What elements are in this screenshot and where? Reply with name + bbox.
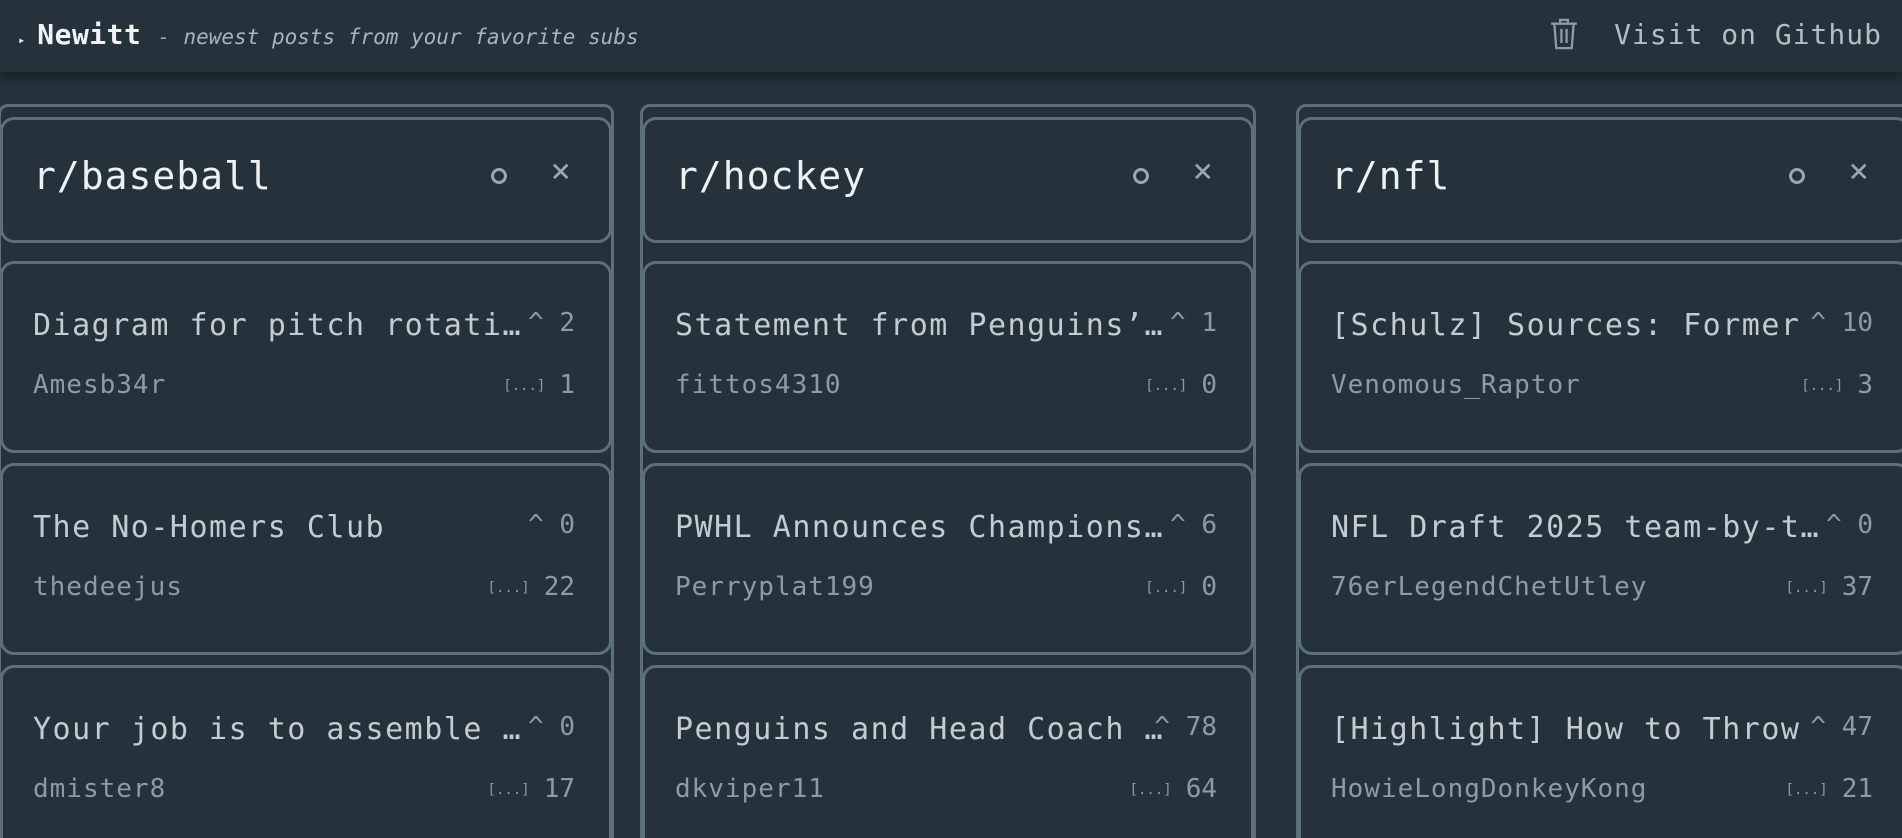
post-title[interactable]: [Schulz] Sources: Former <box>1331 308 1831 343</box>
comment-count: 22 <box>543 572 575 602</box>
subreddit-column: r/hockey×Statement from Penguins’ owner^… <box>640 104 1256 838</box>
app-name[interactable]: Newitt <box>37 18 141 51</box>
post-author[interactable]: fittos4310 <box>675 370 842 400</box>
comment-count: 17 <box>543 774 575 804</box>
post-card[interactable]: Your job is to assemble a team^ 0 dmister… <box>0 665 612 838</box>
comment-count: 1 <box>559 370 575 400</box>
post-comments: [...] 0 <box>1145 572 1217 602</box>
post-card[interactable]: PWHL Announces Championship ^ 6 Perryplat1… <box>642 463 1254 655</box>
post-card[interactable]: The No-Homers Club ^ 0 thedeejus [...] 22 <box>0 463 612 655</box>
column-header: r/nfl × <box>1298 117 1902 243</box>
post-title[interactable]: Your job is to assemble a team <box>33 712 533 747</box>
top-actions: Visit on Github <box>1548 16 1882 52</box>
post-comments: [...] 21 <box>1786 774 1873 804</box>
post-comments: [...] 17 <box>488 774 575 804</box>
refresh-icon[interactable] <box>491 168 507 184</box>
post-title[interactable]: Statement from Penguins’ owner <box>675 308 1175 343</box>
post-author[interactable]: HowieLongDonkeyKong <box>1331 774 1647 804</box>
comment-icon: [...] <box>1785 579 1828 596</box>
post-score: ^ 1 <box>1170 308 1217 338</box>
post-score: ^ 0 <box>1826 510 1873 540</box>
post-card[interactable]: NFL Draft 2025 team-by-team ^ 0 76erLegend… <box>1298 463 1902 655</box>
post-card[interactable]: Statement from Penguins’ owner^ 1 fittos4… <box>642 261 1254 453</box>
brand-logo-icon: ▸ <box>18 33 26 47</box>
refresh-icon[interactable] <box>1133 168 1149 184</box>
post-score: ^ 47 <box>1810 712 1873 742</box>
trash-icon[interactable] <box>1548 16 1580 52</box>
post-comments: [...] 1 <box>503 370 575 400</box>
columns-area: r/baseball × Diagram for pitch rotation ^ 2… <box>0 72 1902 838</box>
brand-separator: - <box>157 25 170 49</box>
post-comments: [...] 37 <box>1786 572 1873 602</box>
post-comments: [...] 22 <box>488 572 575 602</box>
comment-count: 3 <box>1857 370 1873 400</box>
comment-icon: [...] <box>1801 377 1844 394</box>
comment-icon: [...] <box>487 579 530 596</box>
comment-icon: [...] <box>1145 579 1188 596</box>
post-title[interactable]: [Highlight] How to Throw <box>1331 712 1831 747</box>
post-score: ^ 0 <box>528 510 575 540</box>
comment-count: 0 <box>1201 572 1217 602</box>
post-title[interactable]: Diagram for pitch rotation <box>33 308 533 343</box>
column-title[interactable]: r/nfl <box>1331 154 1450 198</box>
comment-icon: [...] <box>1785 781 1828 798</box>
github-link[interactable]: Visit on Github <box>1614 18 1882 51</box>
post-author[interactable]: 76erLegendChetUtley <box>1331 572 1647 602</box>
post-comments: [...] 64 <box>1130 774 1217 804</box>
post-author[interactable]: dkviper11 <box>675 774 825 804</box>
comment-icon: [...] <box>503 377 546 394</box>
comment-icon: [...] <box>1145 377 1188 394</box>
post-score: ^ 10 <box>1810 308 1873 338</box>
column-title[interactable]: r/baseball <box>33 154 272 198</box>
comment-count: 64 <box>1185 774 1217 804</box>
post-card[interactable]: Diagram for pitch rotation ^ 2 Amesb34r [..… <box>0 261 612 453</box>
post-score: ^ 2 <box>528 308 575 338</box>
column-header: r/hockey × <box>642 117 1254 243</box>
top-bar: ▸ Newitt - newest posts from your favori… <box>0 0 1902 72</box>
subreddit-column: r/baseball × Diagram for pitch rotation ^ 2… <box>0 104 614 838</box>
column-header: r/baseball × <box>0 117 612 243</box>
post-score: ^ 0 <box>528 712 575 742</box>
post-title[interactable]: Penguins and Head Coach Mike <box>675 712 1175 747</box>
comment-icon: [...] <box>1129 781 1172 798</box>
post-comments: [...] 0 <box>1145 370 1217 400</box>
post-title[interactable]: PWHL Announces Championship <box>675 510 1175 545</box>
post-comments: [...] 3 <box>1801 370 1873 400</box>
post-card[interactable]: Penguins and Head Coach Mike ^ 78 dkviper1… <box>642 665 1254 838</box>
post-card[interactable]: [Highlight] How to Throw ^ 47 HowieLongDon… <box>1298 665 1902 838</box>
post-author[interactable]: Perryplat199 <box>675 572 875 602</box>
close-icon[interactable]: × <box>551 154 571 188</box>
close-icon[interactable]: × <box>1193 154 1213 188</box>
post-score: ^ 6 <box>1170 510 1217 540</box>
app-tagline: newest posts from your favorite subs <box>183 25 639 49</box>
post-author[interactable]: dmister8 <box>33 774 166 804</box>
post-author[interactable]: thedeejus <box>33 572 183 602</box>
comment-count: 37 <box>1841 572 1873 602</box>
post-score: ^ 78 <box>1154 712 1217 742</box>
column-title[interactable]: r/hockey <box>675 154 866 198</box>
brand: ▸ Newitt - newest posts from your favori… <box>18 18 639 51</box>
comment-count: 0 <box>1201 370 1217 400</box>
post-title[interactable]: The No-Homers Club <box>33 510 533 545</box>
post-author[interactable]: Venomous_Raptor <box>1331 370 1581 400</box>
comment-count: 21 <box>1841 774 1873 804</box>
comment-icon: [...] <box>487 781 530 798</box>
post-title[interactable]: NFL Draft 2025 team-by-team <box>1331 510 1831 545</box>
post-author[interactable]: Amesb34r <box>33 370 166 400</box>
close-icon[interactable]: × <box>1849 154 1869 188</box>
post-card[interactable]: [Schulz] Sources: Former ^ 10 Venomous_Rap… <box>1298 261 1902 453</box>
subreddit-column: r/nfl × [Schulz] Sources: Former ^ 10 Venomo… <box>1296 104 1902 838</box>
refresh-icon[interactable] <box>1789 168 1805 184</box>
